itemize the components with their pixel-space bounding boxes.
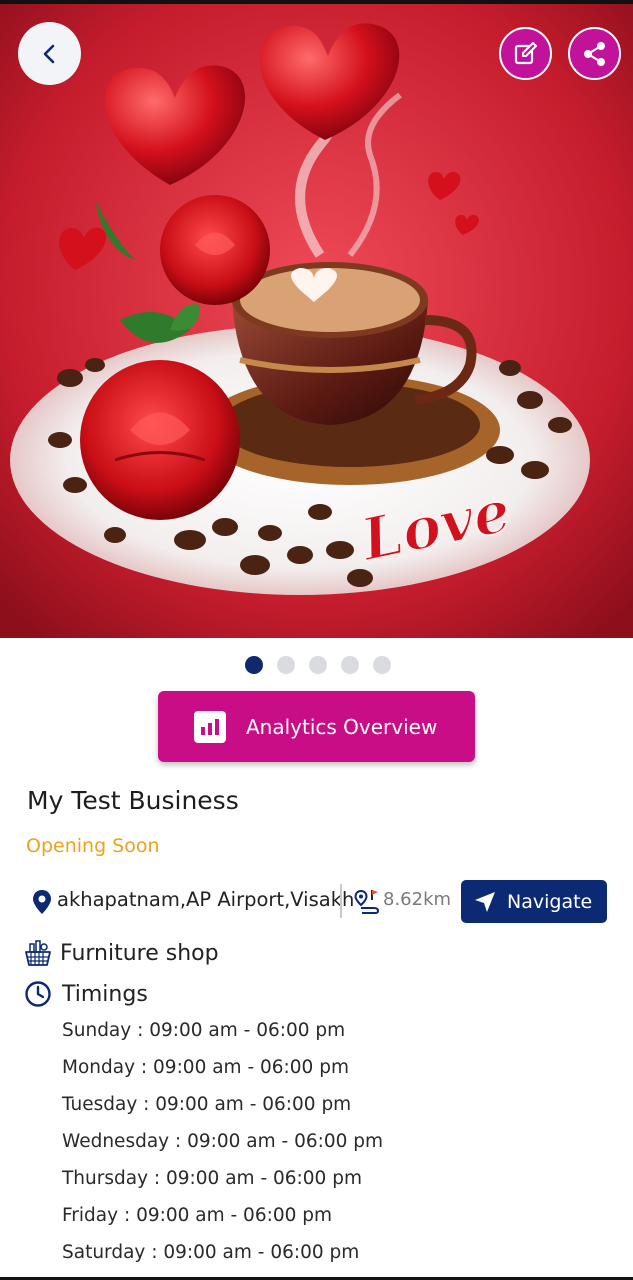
navigate-button[interactable]: Navigate: [461, 880, 607, 923]
business-address: akhapatnam,AP Airport,Visakhapatnam: [57, 888, 353, 911]
timings-header: Timings: [24, 977, 148, 1011]
back-button[interactable]: [18, 22, 81, 85]
chevron-left-icon: [43, 44, 54, 63]
business-cover-image: Love: [0, 0, 633, 638]
hours-saturday: Saturday : 09:00 am - 06:00 pm: [62, 1242, 360, 1263]
hours-monday: Monday : 09:00 am - 06:00 pm: [62, 1057, 349, 1078]
edit-icon: [514, 41, 537, 64]
navigate-label: Navigate: [507, 890, 593, 913]
category-row: Furniture shop: [24, 936, 219, 970]
location-row: akhapatnam,AP Airport,Visakhapatnam 8.62…: [26, 878, 616, 924]
divider: [340, 884, 342, 918]
carousel-dot[interactable]: [309, 656, 327, 674]
clock-icon: [25, 981, 51, 1007]
carousel-indicator: [245, 656, 391, 674]
navigation-arrow-icon: [475, 891, 495, 912]
opening-hours-list: Sunday : 09:00 am - 06:00 pm Monday : 09…: [62, 1016, 383, 1275]
bar-chart-icon: [194, 710, 226, 743]
status-bar-edge: [0, 0, 633, 4]
business-status: Opening Soon: [26, 835, 160, 857]
hours-wednesday: Wednesday : 09:00 am - 06:00 pm: [62, 1131, 384, 1152]
carousel-dot[interactable]: [277, 656, 295, 674]
shopping-basket-icon: [25, 940, 51, 966]
business-name: My Test Business: [27, 786, 239, 815]
analytics-overview-label: Analytics Overview: [246, 714, 438, 739]
carousel-dot[interactable]: [373, 656, 391, 674]
analytics-overview-button[interactable]: Analytics Overview: [158, 691, 475, 762]
hours-tuesday: Tuesday : 09:00 am - 06:00 pm: [62, 1094, 352, 1115]
hours-friday: Friday : 09:00 am - 06:00 pm: [62, 1205, 333, 1226]
distance-value: 8.62km: [383, 889, 452, 910]
timings-label: Timings: [62, 981, 148, 1007]
carousel-dot[interactable]: [341, 656, 359, 674]
hours-sunday: Sunday : 09:00 am - 06:00 pm: [62, 1020, 346, 1041]
business-category: Furniture shop: [60, 940, 219, 966]
hours-thursday: Thursday : 09:00 am - 06:00 pm: [62, 1168, 362, 1189]
share-button[interactable]: [568, 27, 621, 80]
location-pin-icon: [33, 890, 51, 914]
edit-button[interactable]: [499, 27, 552, 80]
carousel-dot-active[interactable]: [245, 656, 263, 674]
cover-illustration: Love: [0, 0, 633, 638]
route-distance-icon: [354, 889, 380, 914]
share-icon: [583, 41, 605, 66]
